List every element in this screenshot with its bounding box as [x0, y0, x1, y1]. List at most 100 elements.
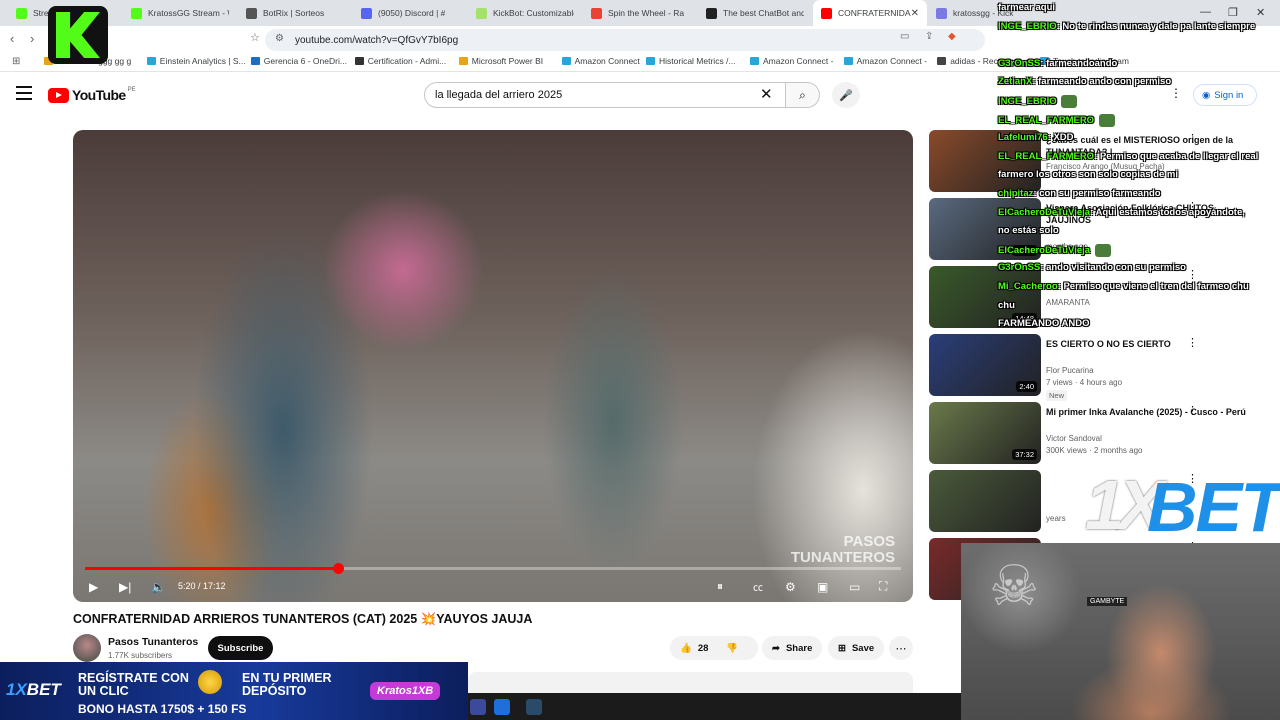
search-icon: ⌕ — [799, 87, 806, 102]
taskbar-app-icon[interactable] — [470, 699, 486, 715]
back-icon[interactable]: ‹ — [10, 31, 14, 46]
video-thumbnail[interactable]: 2:40 — [929, 334, 1041, 396]
apps-icon[interactable]: ⊞ — [12, 56, 20, 67]
forward-icon[interactable]: › — [30, 31, 34, 46]
bookmark-item[interactable]: Microsoft Power BI — [458, 56, 543, 66]
search-input[interactable]: la llegada del arriero 2025 — [424, 82, 786, 108]
video-player[interactable]: PASOS TUNANTEROS ▶ ▶| 🔈 5:20 / 17:12 ⏸ ㏄… — [73, 130, 913, 602]
fullscreen-icon[interactable]: ⛶ — [879, 579, 887, 594]
video-thumbnail[interactable] — [929, 470, 1041, 532]
browser-tab[interactable]: Spin the Wheel - Ra — [583, 0, 697, 26]
tab-label: KratossGG Stream - W — [148, 8, 229, 18]
chat-message: chipitaz: con su permiso farmeando — [998, 188, 1161, 199]
bookmark-item[interactable]: Amazon Connect — [561, 56, 640, 66]
next-icon[interactable]: ▶| — [119, 580, 131, 594]
chat-username: G3rOnSS — [998, 262, 1041, 274]
bet-logo-overlay: 1X BET — [1085, 468, 1280, 542]
more-actions-button[interactable]: ⋯ — [889, 636, 913, 660]
bookmark-star-icon[interactable]: ☆ — [250, 31, 260, 44]
bet-logo-word: BET — [1147, 468, 1280, 546]
bookmark-item[interactable]: Certification - Admi... — [354, 56, 446, 66]
recommendation-channel[interactable]: Flor Pucarina — [1046, 366, 1094, 375]
promo-brand: 1XBET — [6, 680, 61, 699]
youtube-wordmark: YouTube — [72, 87, 126, 103]
share-page-icon[interactable]: ⇪ — [925, 31, 933, 42]
browser-tab[interactable]: The best ChatBot and — [698, 0, 812, 26]
autoplay-toggle-icon[interactable]: ⏸ — [717, 579, 723, 594]
webcam-overlay: ☠ GAMBYTE — [961, 543, 1280, 720]
taskbar-browser-icon[interactable] — [494, 699, 510, 715]
channel-name[interactable]: Pasos Tunanteros — [108, 636, 198, 648]
settings-gear-icon[interactable]: ⚙ — [785, 580, 796, 594]
browser-tab[interactable]: CONFRATERNIDA ✕ — [813, 0, 927, 26]
tab-favicon-icon — [361, 7, 372, 19]
youtube-logo[interactable]: YouTube PE — [48, 87, 136, 103]
like-count[interactable]: 28 — [698, 643, 709, 654]
captions-icon[interactable]: ㏄ — [753, 579, 763, 594]
browser-tab[interactable]: KratossGG Stream - W — [123, 0, 237, 26]
scrubber-handle[interactable] — [332, 563, 344, 574]
miniplayer-icon[interactable]: ▣ — [817, 580, 828, 594]
bookmark-item[interactable]: Einstein Analytics | S... — [146, 56, 246, 66]
bookmark-item[interactable]: Gerencia 6 - OneDri... — [250, 56, 347, 66]
chat-emote-icon — [1061, 95, 1078, 108]
site-info-icon[interactable]: ⚙ — [275, 33, 284, 44]
chat-message: G3rOnSS: farmeandoando — [998, 57, 1118, 69]
bookmark-item[interactable]: Amazon Connect - — [750, 56, 833, 66]
share-button[interactable]: ➦ Share — [762, 636, 823, 660]
volume-icon[interactable]: 🔈 — [151, 580, 166, 594]
subscribe-button[interactable]: Subscribe — [208, 636, 273, 660]
recommendation-item[interactable]: 2:40 ES CIERTO O NO ES CIERTO Flor Pucarin… — [929, 334, 1274, 401]
recommendation-item[interactable]: 37:32 Mi primer Inka Avalanche (2025) - C… — [929, 402, 1274, 464]
theater-mode-icon[interactable]: ▭ — [849, 580, 860, 594]
browser-tab[interactable]: (9050) Discord | # — [353, 0, 467, 26]
clear-search-icon[interactable]: ✕ — [760, 85, 773, 103]
browser-tab[interactable]: BotRix | Sorteos — [238, 0, 352, 26]
progress-bar[interactable] — [85, 563, 901, 574]
chat-message: farmear aqui — [998, 2, 1055, 13]
recommendation-meta: 300K views · 2 months ago — [1046, 446, 1143, 455]
dislike-icon[interactable]: 👎 — [726, 643, 738, 654]
recommendation-channel[interactable]: Victor Sandoval — [1046, 434, 1102, 443]
chat-text: No te rindas nunca y dale pa lante siemp… — [1062, 20, 1256, 32]
chat-username: INGE_EBRIO — [998, 96, 1057, 108]
close-tab-icon[interactable]: ✕ — [911, 8, 919, 19]
steam-icon[interactable] — [526, 699, 542, 715]
promo-line-2: EN TU PRIMER DEPÓSITO — [242, 672, 332, 698]
cast-icon[interactable]: ▭ — [900, 31, 909, 42]
save-button[interactable]: ⊞ Save — [828, 636, 885, 660]
menu-icon[interactable] — [16, 86, 32, 104]
browser-tab[interactable]: KickBot: Customizable — [468, 0, 582, 26]
recommendation-menu-icon[interactable]: ⋮ — [1187, 404, 1198, 417]
bookmark-item[interactable]: Amazon Connect - — [843, 56, 927, 66]
video-duration: 2:40 — [1016, 381, 1037, 392]
coin-icon — [198, 670, 222, 694]
recommendation-title[interactable]: Mi primer Inka Avalanche (2025) - Cusco … — [1046, 406, 1246, 418]
search-button[interactable]: ⌕ — [786, 82, 820, 108]
chat-username: chipitaz — [998, 188, 1034, 199]
extension-icon[interactable]: ◆ — [948, 31, 956, 42]
chat-username: ElCacheroDeTuVieja — [998, 244, 1091, 256]
channel-avatar[interactable] — [73, 634, 101, 662]
tab-favicon-icon — [821, 7, 832, 19]
bookmark-item[interactable]: Historical Metrics /... — [646, 56, 736, 66]
chat-message: G3rOnSS: ando visitando con su permiso — [998, 262, 1186, 274]
url-text: youtube.com/watch?v=QfGvY7bI6pg — [295, 34, 459, 46]
chat-message: EL_REAL_FARMERO: Permiso que acaba de ll… — [998, 150, 1259, 162]
description-box[interactable] — [468, 672, 913, 694]
share-icon: ➦ — [772, 642, 780, 654]
tab-favicon-icon — [706, 7, 717, 19]
tab-label: Spin the Wheel - Ra — [608, 8, 685, 18]
voice-search-button[interactable]: 🎤 — [832, 82, 860, 108]
url-field[interactable]: ⚙ youtube.com/watch?v=QfGvY7bI6pg — [265, 29, 985, 51]
bookmark-label: Einstein Analytics | S... — [159, 56, 246, 66]
chat-username: Mi_Cacheroo — [998, 281, 1058, 292]
like-icon[interactable]: 👍 — [680, 643, 692, 654]
share-label: Share — [785, 642, 813, 654]
video-thumbnail[interactable]: 37:32 — [929, 402, 1041, 464]
chat-message: INGE_EBRIO: No te rindas nunca y dale pa… — [998, 20, 1256, 32]
chat-emote-icon — [1094, 243, 1111, 257]
play-icon[interactable]: ▶ — [89, 580, 98, 594]
chat-message: farmero los otros son solo copias de mi — [998, 169, 1178, 180]
tab-label: KickBot: Customizable — [493, 8, 574, 18]
